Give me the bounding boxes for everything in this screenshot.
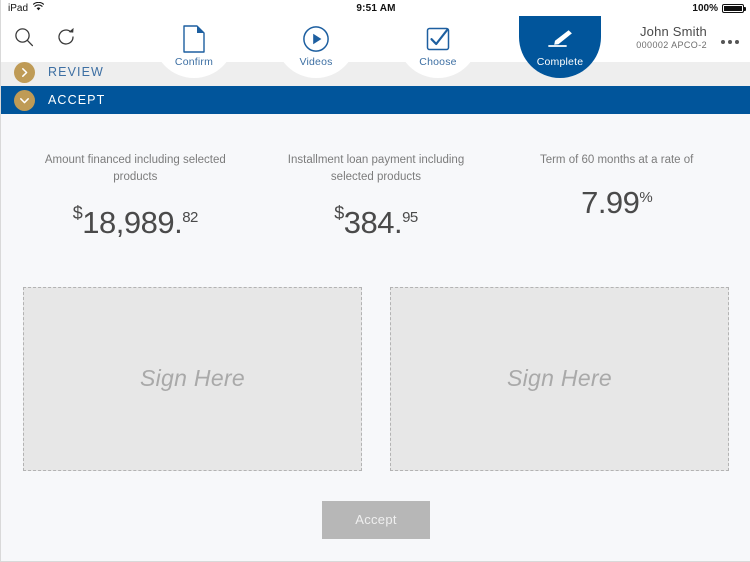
- accept-button-row: Accept: [1, 500, 750, 539]
- top-navigation-bar: John Smith 000002 APCO-2: [1, 16, 750, 62]
- ios-status-bar: iPad 9:51 AM 100%: [1, 0, 750, 16]
- summary-amount-financed: Amount financed including selected produ…: [15, 152, 256, 241]
- signature-row: Sign Here Sign Here: [1, 286, 750, 471]
- checkbox-icon: [424, 24, 452, 54]
- signature-pen-icon: [544, 24, 576, 54]
- section-review-label: REVIEW: [48, 65, 104, 79]
- signature-pad-left[interactable]: Sign Here: [23, 286, 362, 471]
- summary-caption: Installment loan payment including selec…: [287, 154, 465, 184]
- currency-symbol: $: [334, 202, 344, 223]
- percent-symbol: %: [639, 189, 653, 207]
- document-icon: [181, 24, 207, 54]
- section-header-review[interactable]: REVIEW: [1, 58, 750, 86]
- summary-value: 7.99%: [496, 185, 737, 221]
- summary-installment-payment: Installment loan payment including selec…: [256, 152, 497, 241]
- amount-main: 384.: [343, 204, 403, 240]
- user-name: John Smith: [639, 24, 707, 39]
- battery-percent-label: 100%: [692, 2, 718, 14]
- status-bar-clock: 9:51 AM: [356, 2, 396, 14]
- chevron-right-icon: [14, 61, 35, 83]
- amount-cents: 95: [402, 208, 418, 226]
- step-videos-label: Videos: [299, 56, 333, 68]
- signature-placeholder: Sign Here: [507, 365, 612, 391]
- currency-symbol: $: [72, 202, 83, 223]
- toolbar-icons: [13, 26, 77, 48]
- battery-full-icon: [722, 3, 746, 13]
- accept-panel: Amount financed including selected produ…: [1, 114, 750, 561]
- refresh-icon[interactable]: [55, 26, 77, 48]
- user-info[interactable]: John Smith 000002 APCO-2: [636, 24, 707, 52]
- amount-main: 18,989.: [82, 204, 183, 240]
- amount-cents: 82: [182, 208, 198, 226]
- chevron-down-icon: [14, 89, 35, 111]
- app-root: iPad 9:51 AM 100% John Smith 000002 APCO…: [0, 0, 750, 562]
- status-bar-right: 100%: [692, 2, 746, 14]
- summary-caption: Amount financed including selected produ…: [44, 154, 226, 184]
- signature-placeholder: Sign Here: [140, 365, 245, 391]
- amount-main: 7.99: [581, 185, 640, 221]
- step-complete-label: Complete: [536, 56, 584, 68]
- summary-term-and-rate: Term of 60 months at a rate of 7.99%: [496, 152, 737, 241]
- accept-button[interactable]: Accept: [322, 500, 430, 539]
- summary-value: $384.95: [256, 203, 497, 241]
- summary-caption: Term of 60 months at a rate of: [539, 154, 694, 166]
- signature-pad-right[interactable]: Sign Here: [390, 286, 729, 471]
- section-header-accept[interactable]: ACCEPT: [1, 86, 750, 114]
- user-id: 000002 APCO-2: [636, 40, 707, 51]
- search-icon[interactable]: [13, 26, 35, 48]
- play-circle-icon: [302, 24, 330, 54]
- more-options-icon[interactable]: [721, 40, 739, 44]
- step-confirm-label: Confirm: [174, 56, 214, 68]
- summary-value: $18,989.82: [15, 203, 256, 241]
- section-accept-label: ACCEPT: [48, 93, 106, 107]
- step-choose-label: Choose: [419, 56, 457, 68]
- loan-summary: Amount financed including selected produ…: [1, 114, 750, 241]
